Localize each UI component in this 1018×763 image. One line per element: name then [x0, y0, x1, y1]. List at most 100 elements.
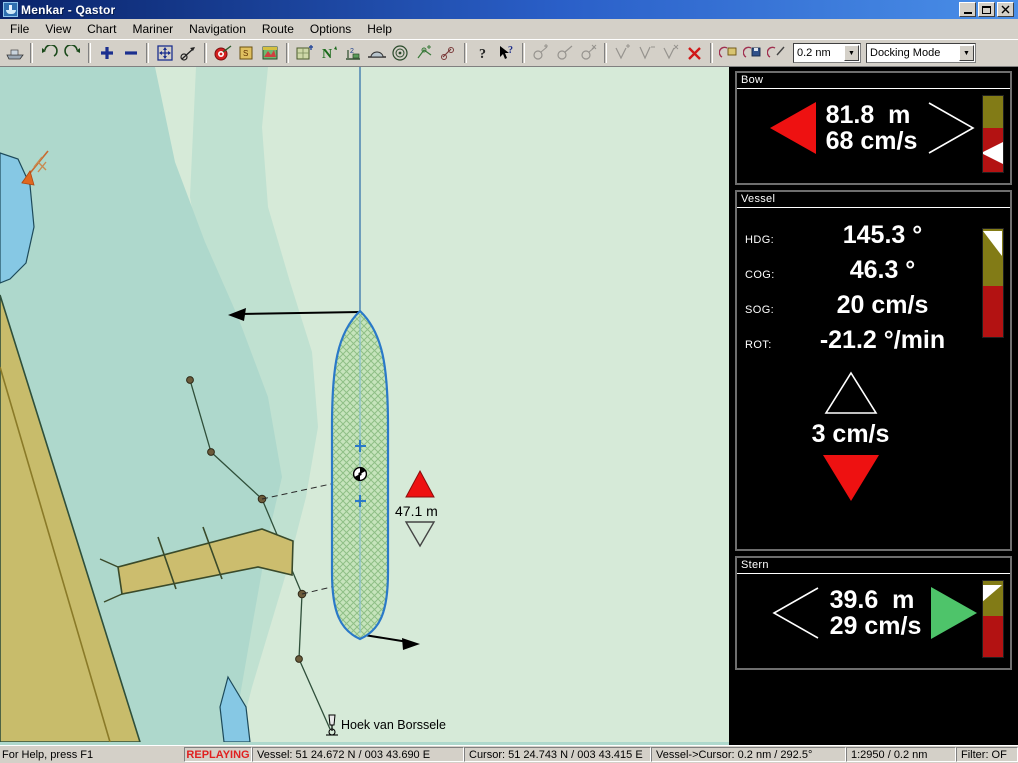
svg-text:S: S — [243, 49, 248, 58]
menu-bar: File View Chart Mariner Navigation Route… — [0, 19, 1018, 39]
vessel-icon[interactable] — [3, 42, 26, 64]
bow-panel-body: 81.8 m 68 cm/s — [737, 89, 1010, 183]
depth-icon[interactable]: 2 — [341, 42, 364, 64]
chevron-down-icon[interactable]: ▼ — [844, 45, 859, 61]
remove-leg-icon[interactable] — [659, 42, 682, 64]
chart-canvas[interactable]: 47.1 m Hoek van Borssele — [0, 67, 731, 742]
status-vessel-to-cursor: Vessel->Cursor: 0.2 nm / 292.5° — [651, 747, 846, 762]
route-plot-icon[interactable] — [413, 42, 436, 64]
zoom-in-icon[interactable] — [95, 42, 118, 64]
chevron-down-icon[interactable]: ▼ — [959, 45, 974, 61]
edit-waypoint-icon[interactable] — [553, 42, 576, 64]
ccrp-symbol — [352, 466, 368, 482]
redo-icon[interactable] — [61, 42, 84, 64]
drift-speed: 3 cm/s — [811, 420, 890, 448]
sog-label: SOG: — [745, 304, 775, 316]
menu-item-route[interactable]: Route — [254, 20, 302, 38]
stern-gauge — [982, 580, 1004, 658]
menu-item-mariner[interactable]: Mariner — [124, 20, 181, 38]
undo-icon[interactable] — [37, 42, 60, 64]
edit-route-icon[interactable] — [765, 42, 788, 64]
menu-item-chart[interactable]: Chart — [79, 20, 124, 38]
toolbar-separator — [710, 43, 713, 63]
range-select[interactable]: 0.2 nm ▼ — [793, 43, 861, 63]
menu-item-navigation[interactable]: Navigation — [181, 20, 254, 38]
title-bar: Menkar - Qastor — [0, 0, 1018, 19]
split-leg-icon[interactable] — [635, 42, 658, 64]
cog-value: 46.3 ° — [849, 256, 916, 284]
status-vessel-position: Vessel: 51 24.672 N / 003 43.690 E — [252, 747, 464, 762]
window-title: Menkar - Qastor — [21, 2, 116, 17]
add-leg-icon[interactable] — [611, 42, 634, 64]
vessel-panel-title: Vessel — [737, 192, 1010, 208]
open-route-icon[interactable] — [717, 42, 740, 64]
stern-speed: 29 cm/s — [829, 612, 922, 640]
bow-red-left-triangle — [769, 102, 816, 154]
zoom-out-icon[interactable] — [119, 42, 142, 64]
vessel-row-sog: SOG: 20 cm/s — [737, 288, 1010, 323]
radar-icon[interactable] — [389, 42, 412, 64]
save-route-icon[interactable] — [741, 42, 764, 64]
measure-icon[interactable] — [177, 42, 200, 64]
menu-item-help[interactable]: Help — [359, 20, 400, 38]
range-select-value: 0.2 nm — [797, 47, 831, 59]
svg-text:?: ? — [479, 47, 486, 62]
vessel-panel-body: HDG: 145.3 ° COG: 46.3 ° SOG: 20 cm/s RO… — [737, 208, 1010, 549]
rot-value: -21.2 °/min — [819, 326, 946, 354]
status-help-text: For Help, press F1 — [2, 748, 94, 761]
vessel-gauge — [982, 228, 1004, 338]
north-up-icon[interactable]: N — [317, 42, 340, 64]
status-scale: 1:2950 / 0.2 nm — [846, 747, 956, 762]
window-controls — [959, 2, 1016, 17]
toolbar: S N 2 ? ? 0.2 nm ▼ Docking Mode ▼ — [0, 39, 1018, 67]
minimize-button[interactable] — [959, 2, 976, 17]
hdg-label: HDG: — [745, 234, 775, 246]
berth-icon[interactable] — [365, 42, 388, 64]
add-waypoint-icon[interactable] — [529, 42, 552, 64]
menu-item-view[interactable]: View — [37, 20, 79, 38]
toolbar-separator — [204, 43, 207, 63]
vessel-panel: Vessel HDG: 145.3 ° COG: 46.3 ° SOG: 20 … — [735, 190, 1012, 551]
toolbar-separator — [30, 43, 33, 63]
bow-white-right-triangle-outline — [928, 102, 975, 154]
vessel-gauge-marker — [983, 231, 1002, 256]
vessel-row-cog: COG: 46.3 ° — [737, 253, 1010, 288]
status-replaying-badge: REPLAYING — [184, 747, 252, 762]
navigation-data-panel: Bow 81.8 m 68 cm/s Vessel HDG: 145.3 ° C… — [731, 67, 1018, 745]
pan-icon[interactable] — [153, 42, 176, 64]
status-cursor-position: Cursor: 51 24.743 N / 003 43.415 E — [464, 747, 651, 762]
ship-app-icon — [3, 2, 18, 17]
route-cut-icon[interactable] — [437, 42, 460, 64]
svg-text:?: ? — [508, 45, 513, 56]
lateral-distance-label: 47.1 m — [395, 503, 438, 519]
restore-button[interactable] — [978, 2, 995, 17]
bow-panel-title: Bow — [737, 73, 1010, 89]
mode-select[interactable]: Docking Mode ▼ — [866, 43, 976, 63]
stern-distance: 39.6 m — [829, 585, 915, 614]
rot-label: ROT: — [745, 339, 772, 351]
application-window: Menkar - Qastor File View Chart Mariner … — [0, 0, 1018, 763]
stern-panel-body: 39.6 m 29 cm/s — [737, 574, 1010, 668]
chart-load-icon[interactable]: S — [235, 42, 258, 64]
toolbar-separator — [286, 43, 289, 63]
chart-view[interactable]: 47.1 m Hoek van Borssele — [0, 67, 731, 745]
bow-speed: 68 cm/s — [825, 127, 918, 155]
drift-red-down-triangle — [822, 455, 879, 501]
info-icon[interactable]: ? — [471, 42, 494, 64]
toolbar-separator — [146, 43, 149, 63]
menu-item-options[interactable]: Options — [302, 20, 359, 38]
bow-gauge-marker — [983, 142, 1003, 164]
chart-image-icon[interactable] — [259, 42, 282, 64]
help-pointer-icon[interactable]: ? — [495, 42, 518, 64]
chart-quilt-icon[interactable] — [293, 42, 316, 64]
close-button[interactable] — [997, 2, 1014, 17]
toolbar-separator — [604, 43, 607, 63]
drift-white-up-triangle-outline — [824, 371, 877, 414]
delete-route-icon[interactable] — [683, 42, 706, 64]
mode-select-value: Docking Mode — [870, 47, 941, 59]
target-icon[interactable] — [211, 42, 234, 64]
delete-waypoint-icon[interactable] — [577, 42, 600, 64]
menu-item-file[interactable]: File — [2, 20, 37, 38]
status-bar: For Help, press F1 REPLAYING Vessel: 51 … — [0, 745, 1018, 763]
bow-panel: Bow 81.8 m 68 cm/s — [735, 71, 1012, 185]
